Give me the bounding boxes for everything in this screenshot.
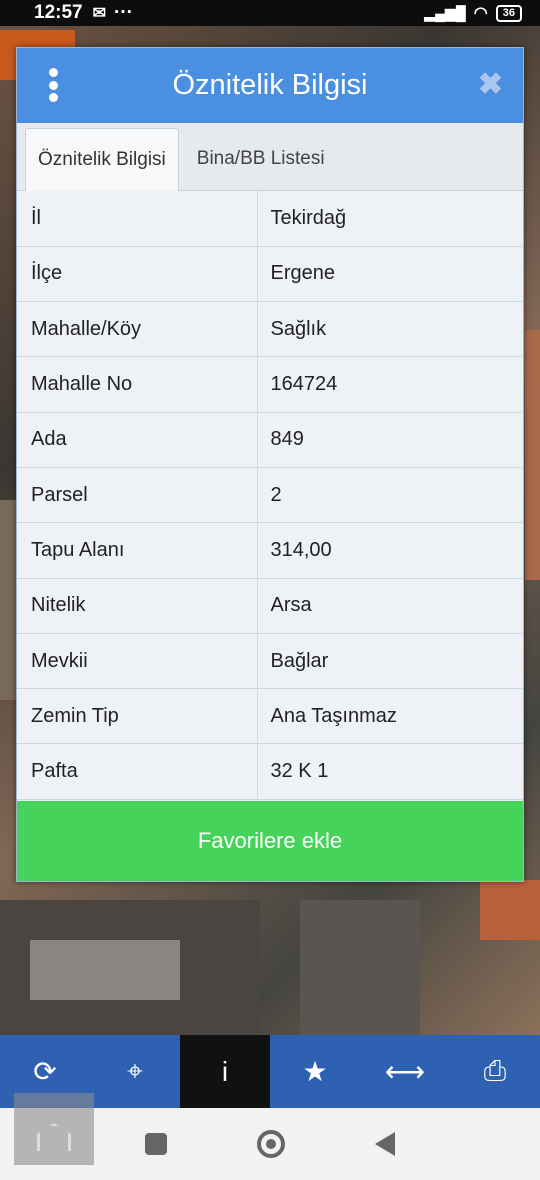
attribute-value: 314,00: [257, 522, 523, 579]
attribute-value: Tekirdağ: [257, 191, 523, 247]
attribute-value: 164724: [257, 356, 523, 413]
tab-attribute-info[interactable]: Öznitelik Bilgisi: [25, 128, 179, 191]
more-notifications: ···: [114, 2, 133, 23]
add-favorite-button[interactable]: Favorilere ekle: [17, 801, 523, 881]
print-icon[interactable]: ⎙: [450, 1035, 540, 1108]
table-row: Ada 849: [17, 412, 523, 468]
messenger-icon: ✉: [92, 5, 107, 22]
attribute-dialog: Öznitelik Bilgisi ✖ Öznitelik Bilgisi Bi…: [16, 47, 524, 882]
table-row: Parsel 2: [17, 467, 523, 524]
attribute-value: Arsa: [257, 578, 523, 634]
back-button[interactable]: [375, 1132, 395, 1156]
measure-icon[interactable]: ⟷: [360, 1035, 450, 1108]
locate-icon[interactable]: ⌖: [90, 1035, 180, 1108]
attribute-key: Mahalle/Köy: [17, 301, 258, 358]
star-icon[interactable]: ★: [270, 1035, 360, 1108]
info-icon[interactable]: i: [180, 1035, 270, 1108]
table-row: Mevkii Bağlar: [17, 633, 523, 690]
attribute-value: 849: [257, 412, 523, 468]
attribute-key: Zemin Tip: [17, 688, 258, 745]
table-row: Pafta 32 K 1: [17, 743, 523, 800]
watermark-logo: [14, 1093, 94, 1165]
status-bar: 12:57 ✉ ··· ▂▄▆█ ◠ 36: [0, 0, 540, 26]
table-row: Nitelik Arsa: [17, 578, 523, 634]
tab-building-list[interactable]: Bina/BB Listesi: [179, 128, 337, 190]
attribute-key: Mahalle No: [17, 356, 258, 413]
attribute-key: Nitelik: [17, 578, 258, 634]
attribute-value: Ana Taşınmaz: [257, 688, 523, 745]
attribute-key: Mevkii: [17, 633, 258, 690]
table-row: İl Tekirdağ: [17, 191, 523, 247]
menu-icon[interactable]: [47, 68, 59, 102]
table-row: İlçe Ergene: [17, 246, 523, 303]
clock: 12:57: [34, 2, 83, 23]
recent-apps-button[interactable]: [145, 1133, 167, 1155]
close-icon[interactable]: ✖: [478, 70, 503, 100]
attribute-value: 32 K 1: [257, 743, 523, 800]
tab-bar: Öznitelik Bilgisi Bina/BB Listesi: [17, 123, 523, 191]
signal-icon: ▂▄▆█: [424, 4, 466, 21]
attribute-value: 2: [257, 467, 523, 524]
wifi-icon: ◠: [473, 5, 488, 22]
table-row: Mahalle No 164724: [17, 356, 523, 413]
attribute-value: Sağlık: [257, 301, 523, 358]
table-row: Tapu Alanı 314,00: [17, 522, 523, 579]
table-row: Zemin Tip Ana Taşınmaz: [17, 688, 523, 745]
home-button[interactable]: [257, 1130, 285, 1158]
attribute-key: İlçe: [17, 246, 258, 303]
attribute-key: Parsel: [17, 467, 258, 524]
battery-icon: 36: [495, 4, 522, 22]
attribute-value: Bağlar: [257, 633, 523, 690]
attribute-key: İl: [17, 191, 258, 247]
dialog-header: Öznitelik Bilgisi ✖: [17, 48, 523, 123]
dialog-title: Öznitelik Bilgisi: [172, 69, 368, 101]
attribute-table: İl Tekirdağ İlçe Ergene Mahalle/Köy Sağlık Mah…: [17, 191, 523, 800]
table-row: Mahalle/Köy Sağlık: [17, 301, 523, 358]
attribute-key: Ada: [17, 412, 258, 468]
attribute-key: Pafta: [17, 743, 258, 800]
attribute-value: Ergene: [257, 246, 523, 303]
attribute-key: Tapu Alanı: [17, 522, 258, 579]
